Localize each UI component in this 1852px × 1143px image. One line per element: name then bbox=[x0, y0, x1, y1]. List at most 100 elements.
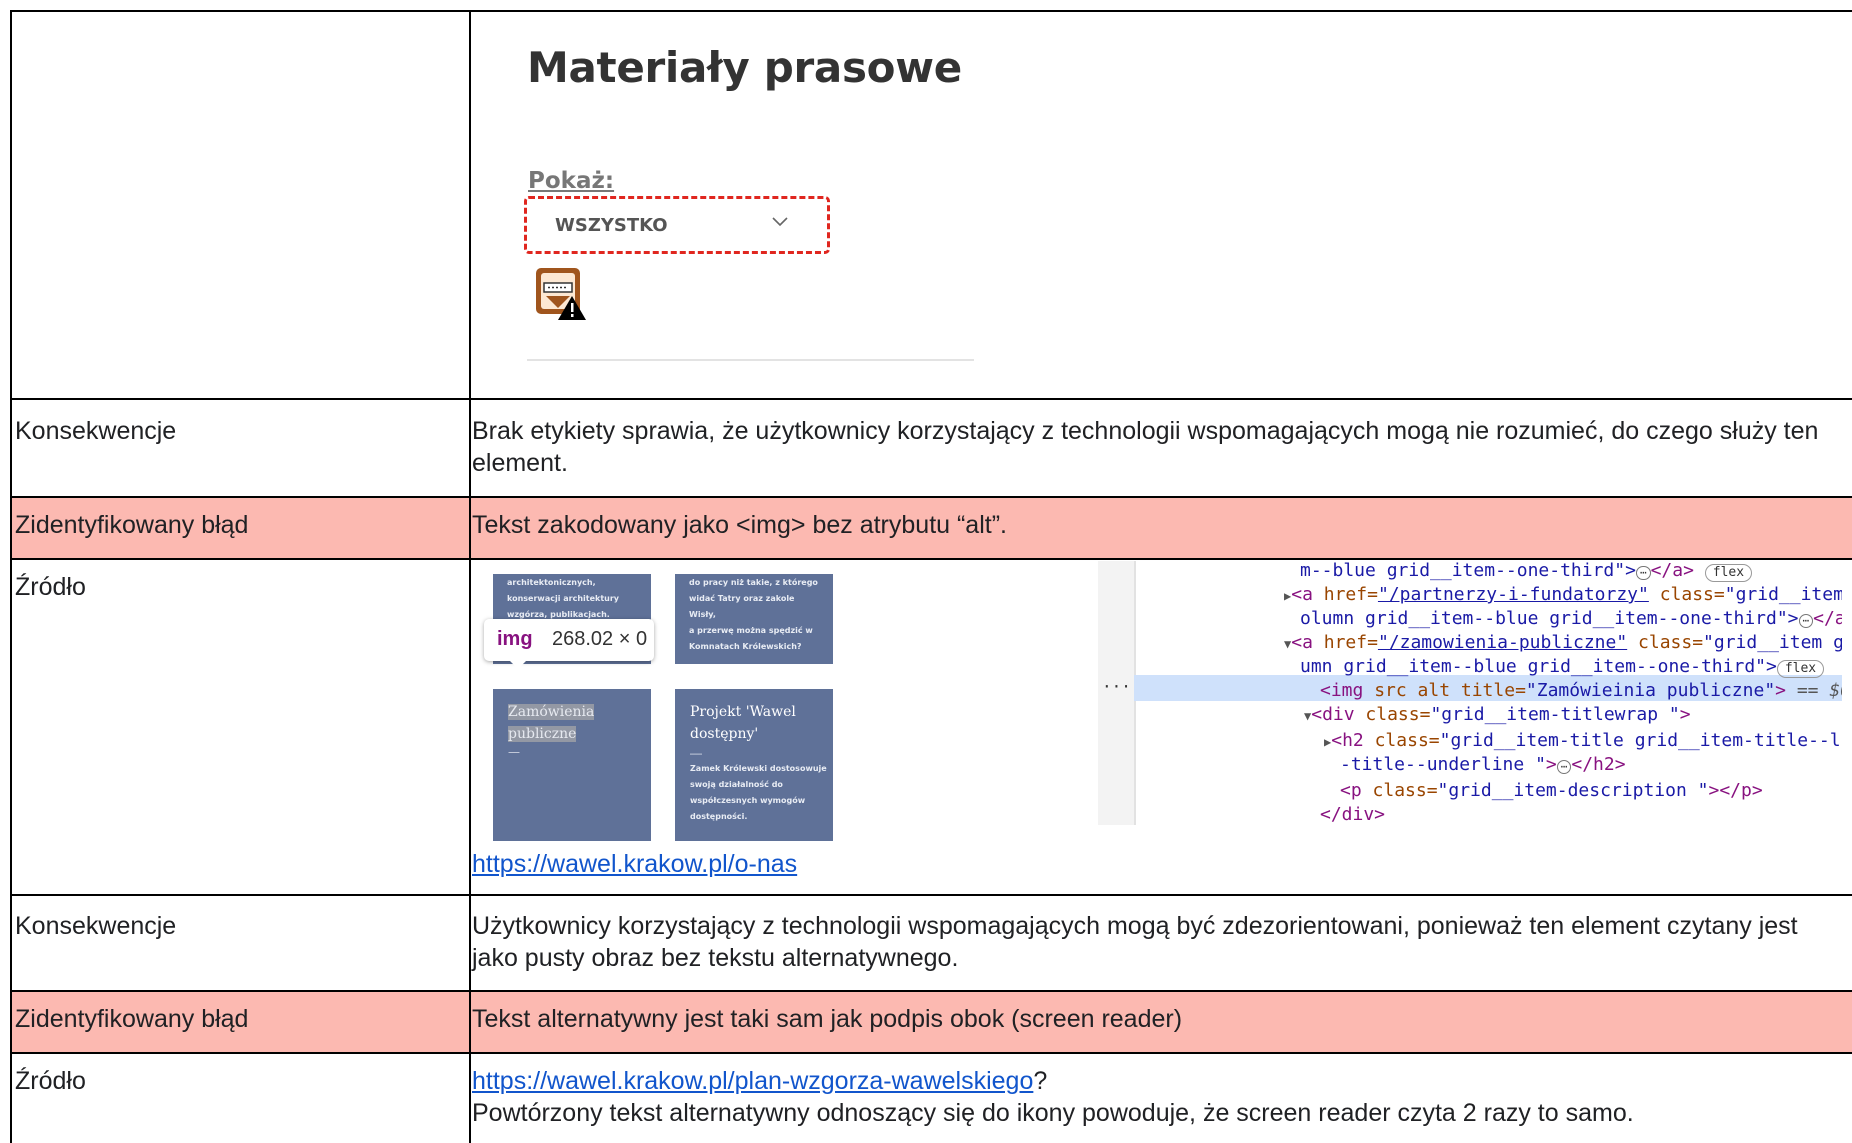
code-tag: ></p> bbox=[1708, 780, 1763, 801]
thumb-text-line: a przerwę można spędzić w bbox=[689, 626, 813, 635]
row-label: Zidentyfikowany błąd bbox=[15, 1005, 249, 1033]
code-tag: <p bbox=[1340, 780, 1373, 801]
thumb-dash: — bbox=[690, 746, 702, 760]
table-divider bbox=[12, 558, 1852, 560]
row-label: Źródło bbox=[15, 1067, 86, 1095]
page-title: Materiały prasowe bbox=[527, 43, 962, 92]
code-attr-value: umn grid__item--blue grid__item--one-thi… bbox=[1300, 656, 1777, 677]
table-divider bbox=[12, 398, 1852, 400]
code-tag: <a bbox=[1291, 584, 1324, 605]
code-attr-value: "grid__item bbox=[1724, 584, 1842, 605]
thumb-text-line: konserwacji architektury bbox=[507, 594, 620, 603]
table-divider bbox=[12, 990, 1852, 992]
thumbnail-card[interactable]: Projekt 'Wawel dostępny' — Zamek Królews… bbox=[675, 689, 833, 841]
filter-select-value: WSZYSTKO bbox=[555, 215, 668, 236]
thumb-title: Zamówienia bbox=[508, 704, 595, 720]
code-attr-value: "grid__item-titlewrap " bbox=[1430, 704, 1680, 725]
console-ref: == $0 bbox=[1796, 680, 1842, 701]
code-line: m--blue grid__item--one-third"> ⋯ </a> fle… bbox=[1300, 561, 1753, 583]
code-attr: class= bbox=[1648, 584, 1725, 605]
code-attr-value: m--blue grid__item--one-third"> bbox=[1300, 561, 1636, 581]
collapsed-node-icon[interactable]: ⋯ bbox=[1556, 760, 1572, 774]
thumb-dash: — bbox=[508, 745, 520, 759]
thumb-text-line: Zamek Królewski dostosowuje bbox=[690, 764, 827, 773]
source-link-row: https://wawel.krakow.pl/o-nas bbox=[472, 848, 797, 880]
tooltip-arrow bbox=[510, 661, 526, 669]
thumb-title: dostępny' bbox=[690, 726, 759, 742]
tooltip-dimensions: 268.02 × 0 bbox=[552, 628, 648, 650]
code-attr: class= bbox=[1372, 780, 1438, 801]
form-label-warning-icon bbox=[536, 268, 586, 320]
code-attr-value: -title--underline " bbox=[1340, 754, 1546, 775]
code-link[interactable]: "/partnerzy-i-fundatorzy" bbox=[1378, 584, 1649, 605]
code-link[interactable]: "/zamowienia-publiczne" bbox=[1378, 632, 1627, 653]
code-tag: </div> bbox=[1320, 804, 1386, 825]
thumb-text-line: widać Tatry oraz zakole Wisły, bbox=[689, 594, 795, 619]
code-tag: <div bbox=[1311, 704, 1366, 725]
code-attr-value: "grid__item-title grid__item-title--li bbox=[1439, 730, 1842, 751]
collapsed-node-icon[interactable]: ⋯ bbox=[1635, 566, 1651, 580]
code-tag: <h2 bbox=[1331, 730, 1375, 751]
code-attr: src alt title= bbox=[1374, 680, 1526, 701]
code-attr: class= bbox=[1365, 704, 1431, 725]
code-line: ▼<a href="/zamowienia-publiczne" class="… bbox=[1284, 631, 1842, 656]
code-line: <p class="grid__item-description "></p> bbox=[1340, 779, 1763, 803]
row-content: Tekst zakodowany jako <img> bez atrybutu… bbox=[472, 511, 1007, 539]
source-link[interactable]: https://wawel.krakow.pl/plan-wzgorza-waw… bbox=[472, 1067, 1033, 1095]
chevron-down-icon bbox=[772, 217, 788, 227]
code-attr-value: "Zamówieinia publiczne" bbox=[1525, 680, 1776, 701]
thumb-text-line: swoją działalność do bbox=[690, 780, 783, 789]
row-label: Konsekwencje bbox=[15, 912, 177, 940]
row-label: Konsekwencje bbox=[15, 417, 177, 445]
code-tag: > bbox=[1775, 680, 1786, 701]
thumb-title: Projekt 'Wawel bbox=[690, 704, 796, 720]
code-line: ▼<div class="grid__item-titlewrap "> bbox=[1304, 703, 1691, 728]
code-tag: <img bbox=[1320, 680, 1375, 701]
code-line: </div> bbox=[1320, 803, 1385, 825]
row-content: Powtórzony tekst alternatywny odnoszący … bbox=[472, 1099, 1634, 1127]
element-inspector-tooltip: img 268.02 × 0 bbox=[484, 619, 654, 669]
code-tag: </a> bbox=[1650, 561, 1694, 581]
column-divider bbox=[469, 12, 471, 1143]
thumbnail-card[interactable]: Zamówienia publiczne — bbox=[493, 689, 651, 841]
thumb-text-line: architektonicznych, bbox=[507, 578, 596, 587]
code-tag: </a bbox=[1813, 608, 1842, 629]
code-attr: class= bbox=[1374, 730, 1440, 751]
code-attr: href= bbox=[1323, 632, 1378, 653]
row-label: Źródło bbox=[15, 573, 86, 601]
row-content: Tekst alternatywny jest taki sam jak pod… bbox=[472, 1005, 1183, 1033]
flex-badge[interactable]: flex bbox=[1776, 660, 1825, 678]
thumbnail-card: do pracy niż takie, z którego widać Tatr… bbox=[675, 574, 833, 664]
row-content: Brak etykiety sprawia, że użytkownicy ko… bbox=[472, 417, 1819, 477]
row-label: Zidentyfikowany błąd bbox=[15, 511, 249, 539]
flex-badge[interactable]: flex bbox=[1704, 564, 1753, 582]
tooltip-tag: img bbox=[497, 628, 533, 650]
code-attr-value: "grid__item g bbox=[1703, 632, 1842, 653]
code-line: -title--underline "> ⋯ </h2> bbox=[1340, 753, 1626, 777]
code-line: umn grid__item--blue grid__item--one-thi… bbox=[1300, 655, 1825, 679]
code-tag: <a bbox=[1291, 632, 1324, 653]
code-tag: > bbox=[1679, 704, 1691, 725]
code-tag: </h2> bbox=[1571, 754, 1626, 775]
section-separator bbox=[527, 359, 974, 361]
filter-label: Pokaż: bbox=[528, 168, 615, 194]
table-divider bbox=[12, 1052, 1852, 1054]
devtools-elements-panel: ··· m--blue grid__item--one-third"> ⋯ </a>… bbox=[1098, 561, 1842, 825]
thumb-text-line: Komnatach Królewskich? bbox=[689, 642, 802, 651]
code-line-selected[interactable]: <img src alt title="Zamówieinia publiczn… bbox=[1320, 679, 1842, 703]
source-link[interactable]: https://wawel.krakow.pl/o-nas bbox=[472, 850, 797, 878]
source-link-row: https://wawel.krakow.pl/plan-wzgorza-waw… bbox=[472, 1065, 1047, 1097]
thumb-text-line: współczesnych wymogów bbox=[690, 796, 806, 805]
code-attr-value: olumn grid__item--blue grid__item--one-t… bbox=[1300, 608, 1799, 629]
code-tag: > bbox=[1545, 754, 1557, 775]
code-line: olumn grid__item--blue grid__item--one-t… bbox=[1300, 607, 1842, 631]
code-line: ▶<a href="/partnerzy-i-fundatorzy" class… bbox=[1284, 583, 1842, 608]
code-attr-value: "grid__item-description " bbox=[1437, 780, 1709, 801]
node-menu-icon[interactable]: ··· bbox=[1102, 677, 1131, 696]
thumb-text-line: do pracy niż takie, z którego bbox=[689, 578, 818, 587]
collapsed-node-icon[interactable]: ⋯ bbox=[1798, 614, 1814, 628]
row-content: Użytkownicy korzystający z technologii w… bbox=[472, 912, 1798, 972]
link-suffix: ? bbox=[1033, 1067, 1048, 1095]
code-attr: class= bbox=[1627, 632, 1704, 653]
table-divider bbox=[12, 496, 1852, 498]
